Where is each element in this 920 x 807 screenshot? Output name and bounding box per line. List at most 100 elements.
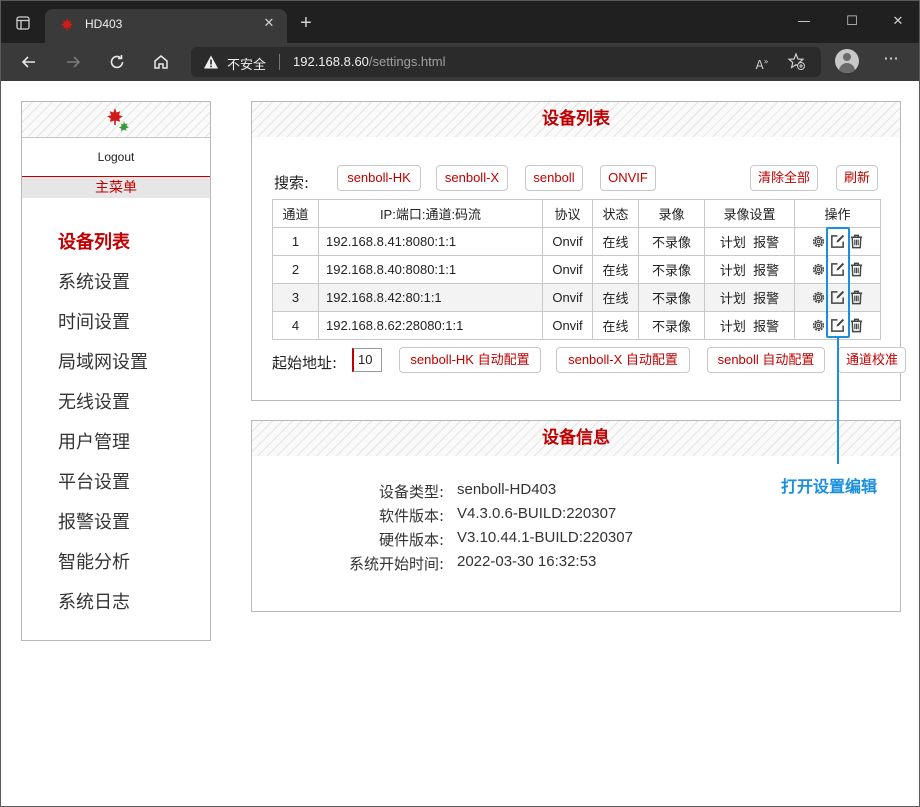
cell-protocol: Onvif bbox=[542, 311, 593, 340]
url-text[interactable]: 192.168.8.60/settings.html bbox=[293, 54, 446, 69]
annotation-highlight-box bbox=[826, 227, 850, 338]
trash-icon[interactable] bbox=[848, 233, 865, 250]
add-favorite-icon[interactable] bbox=[785, 52, 807, 72]
start-address-input[interactable]: 10 bbox=[352, 348, 382, 372]
column-header-status: 状态 bbox=[592, 199, 639, 228]
column-header-channel: 通道 bbox=[272, 199, 319, 228]
maximize-icon[interactable]: ☐ bbox=[837, 9, 867, 35]
device-list-title: 设备列表 bbox=[252, 102, 900, 137]
start-address-label: 起始地址: bbox=[272, 354, 338, 372]
search-label: 搜索: bbox=[274, 174, 310, 192]
sidebar-item-alarm-settings[interactable]: 报警设置 bbox=[58, 508, 198, 534]
gear-icon[interactable] bbox=[810, 317, 827, 334]
sidebar-divider bbox=[22, 137, 210, 138]
close-tab-icon[interactable]: ✕ bbox=[259, 14, 279, 34]
alarm-link[interactable]: 报警 bbox=[753, 263, 779, 278]
auto-config-senboll-button[interactable]: senboll 自动配置 bbox=[707, 347, 825, 373]
forward-arrow-icon[interactable] bbox=[59, 49, 87, 75]
alarm-link[interactable]: 报警 bbox=[753, 235, 779, 250]
schedule-link[interactable]: 计划 bbox=[720, 235, 746, 250]
table-row: 4 192.168.8.62:28080:1:1 Onvif 在线 不录像 计划… bbox=[272, 311, 881, 340]
profile-avatar-icon[interactable] bbox=[835, 49, 859, 73]
cell-channel: 4 bbox=[272, 311, 319, 340]
address-bar[interactable]: 不安全 192.168.8.60/settings.html A» bbox=[191, 47, 821, 77]
column-header-record-settings: 录像设置 bbox=[704, 199, 795, 228]
trash-icon[interactable] bbox=[848, 317, 865, 334]
tab-title: HD403 bbox=[85, 17, 123, 31]
schedule-link[interactable]: 计划 bbox=[720, 263, 746, 278]
cell-protocol: Onvif bbox=[542, 283, 593, 312]
trash-icon[interactable] bbox=[848, 261, 865, 278]
info-row-start-time: 系统开始时间: 2022-03-30 16:32:53 bbox=[252, 553, 900, 577]
info-value: V4.3.0.6-BUILD:220307 bbox=[457, 505, 617, 522]
new-tab-icon[interactable]: + bbox=[295, 13, 317, 35]
info-key: 系统开始时间: bbox=[348, 555, 444, 573]
cell-channel: 2 bbox=[272, 255, 319, 284]
back-arrow-icon[interactable] bbox=[15, 49, 43, 75]
search-senboll-x-button[interactable]: senboll-X bbox=[436, 165, 508, 191]
gear-icon[interactable] bbox=[810, 233, 827, 250]
read-aloud-icon[interactable]: A» bbox=[751, 52, 773, 72]
sidebar-item-user-management[interactable]: 用户管理 bbox=[58, 428, 198, 454]
more-menu-icon[interactable]: ··· bbox=[877, 49, 905, 75]
sidebar-item-system-log[interactable]: 系统日志 bbox=[58, 588, 198, 614]
sidebar-item-time-settings[interactable]: 时间设置 bbox=[58, 308, 198, 334]
maple-leaf-logo-icon bbox=[107, 108, 129, 132]
auto-config-senboll-x-button[interactable]: senboll-X 自动配置 bbox=[556, 347, 690, 373]
cell-status: 在线 bbox=[592, 283, 639, 312]
sidebar-item-platform-settings[interactable]: 平台设置 bbox=[58, 468, 198, 494]
schedule-link[interactable]: 计划 bbox=[720, 291, 746, 306]
sidebar-item-lan-settings[interactable]: 局域网设置 bbox=[58, 348, 198, 374]
sidebar-item-smart-analysis[interactable]: 智能分析 bbox=[58, 548, 198, 574]
refresh-icon[interactable] bbox=[103, 49, 131, 75]
browser-tab[interactable]: HD403 ✕ bbox=[45, 9, 287, 43]
device-info-title: 设备信息 bbox=[252, 421, 900, 456]
auto-config-senboll-hk-button[interactable]: senboll-HK 自动配置 bbox=[399, 347, 541, 373]
warning-icon[interactable] bbox=[203, 54, 219, 70]
info-value: 2022-03-30 16:32:53 bbox=[457, 553, 597, 570]
cell-address: 192.168.8.41:8080:1:1 bbox=[318, 227, 543, 256]
schedule-link[interactable]: 计划 bbox=[720, 319, 746, 334]
main-menu-header: 主菜单 bbox=[22, 176, 210, 198]
sidebar-item-device-list[interactable]: 设备列表 bbox=[58, 228, 198, 254]
url-host: 192.168.8.60 bbox=[293, 54, 369, 69]
channel-calibrate-button[interactable]: 通道校准 bbox=[838, 347, 906, 373]
address-divider bbox=[279, 54, 280, 70]
page-content: Logout 主菜单 设备列表 系统设置 时间设置 局域网设置 无线设置 用户管… bbox=[1, 81, 919, 806]
search-senboll-hk-button[interactable]: senboll-HK bbox=[337, 165, 421, 191]
alarm-link[interactable]: 报警 bbox=[753, 319, 779, 334]
tab-actions-icon[interactable] bbox=[11, 11, 35, 35]
sidebar: Logout 主菜单 设备列表 系统设置 时间设置 局域网设置 无线设置 用户管… bbox=[21, 101, 211, 641]
home-icon[interactable] bbox=[147, 49, 175, 75]
cell-record-settings: 计划 报警 bbox=[704, 255, 795, 284]
info-row-hardware-version: 硬件版本: V3.10.44.1-BUILD:220307 bbox=[252, 529, 900, 553]
refresh-button[interactable]: 刷新 bbox=[836, 165, 878, 191]
gear-icon[interactable] bbox=[810, 289, 827, 306]
table-row: 1 192.168.8.41:8080:1:1 Onvif 在线 不录像 计划 … bbox=[272, 227, 881, 256]
table-header-row: 通道 IP:端口:通道:码流 协议 状态 录像 录像设置 操作 bbox=[272, 199, 881, 228]
gear-icon[interactable] bbox=[810, 261, 827, 278]
cell-protocol: Onvif bbox=[542, 255, 593, 284]
clear-all-button[interactable]: 清除全部 bbox=[750, 165, 818, 191]
trash-icon[interactable] bbox=[848, 289, 865, 306]
device-list-panel: 设备列表 搜索: senboll-HK senboll-X senboll ON… bbox=[251, 101, 906, 401]
cell-address: 192.168.8.42:80:1:1 bbox=[318, 283, 543, 312]
sidebar-item-system-settings[interactable]: 系统设置 bbox=[58, 268, 198, 294]
logout-link[interactable]: Logout bbox=[22, 150, 210, 164]
cell-record-settings: 计划 报警 bbox=[704, 283, 795, 312]
search-senboll-button[interactable]: senboll bbox=[525, 165, 583, 191]
device-info-panel: 设备信息 设备类型: senboll-HD403 软件版本: V4.3.0.6-… bbox=[251, 420, 901, 612]
close-window-icon[interactable]: ✕ bbox=[883, 9, 913, 35]
browser-window: HD403 ✕ + — ☐ ✕ 不安全 192.168.8.60/setting… bbox=[0, 0, 920, 807]
cell-recording: 不录像 bbox=[638, 255, 705, 284]
maple-leaf-icon bbox=[61, 18, 73, 31]
search-onvif-button[interactable]: ONVIF bbox=[600, 165, 656, 191]
sidebar-item-wireless-settings[interactable]: 无线设置 bbox=[58, 388, 198, 414]
info-key: 软件版本: bbox=[378, 507, 444, 525]
minimize-icon[interactable]: — bbox=[789, 9, 819, 35]
alarm-link[interactable]: 报警 bbox=[753, 291, 779, 306]
logo-band bbox=[22, 102, 210, 137]
annotation-label: 打开设置编辑 bbox=[781, 477, 878, 496]
cell-address: 192.168.8.40:8080:1:1 bbox=[318, 255, 543, 284]
security-label[interactable]: 不安全 bbox=[227, 54, 266, 73]
